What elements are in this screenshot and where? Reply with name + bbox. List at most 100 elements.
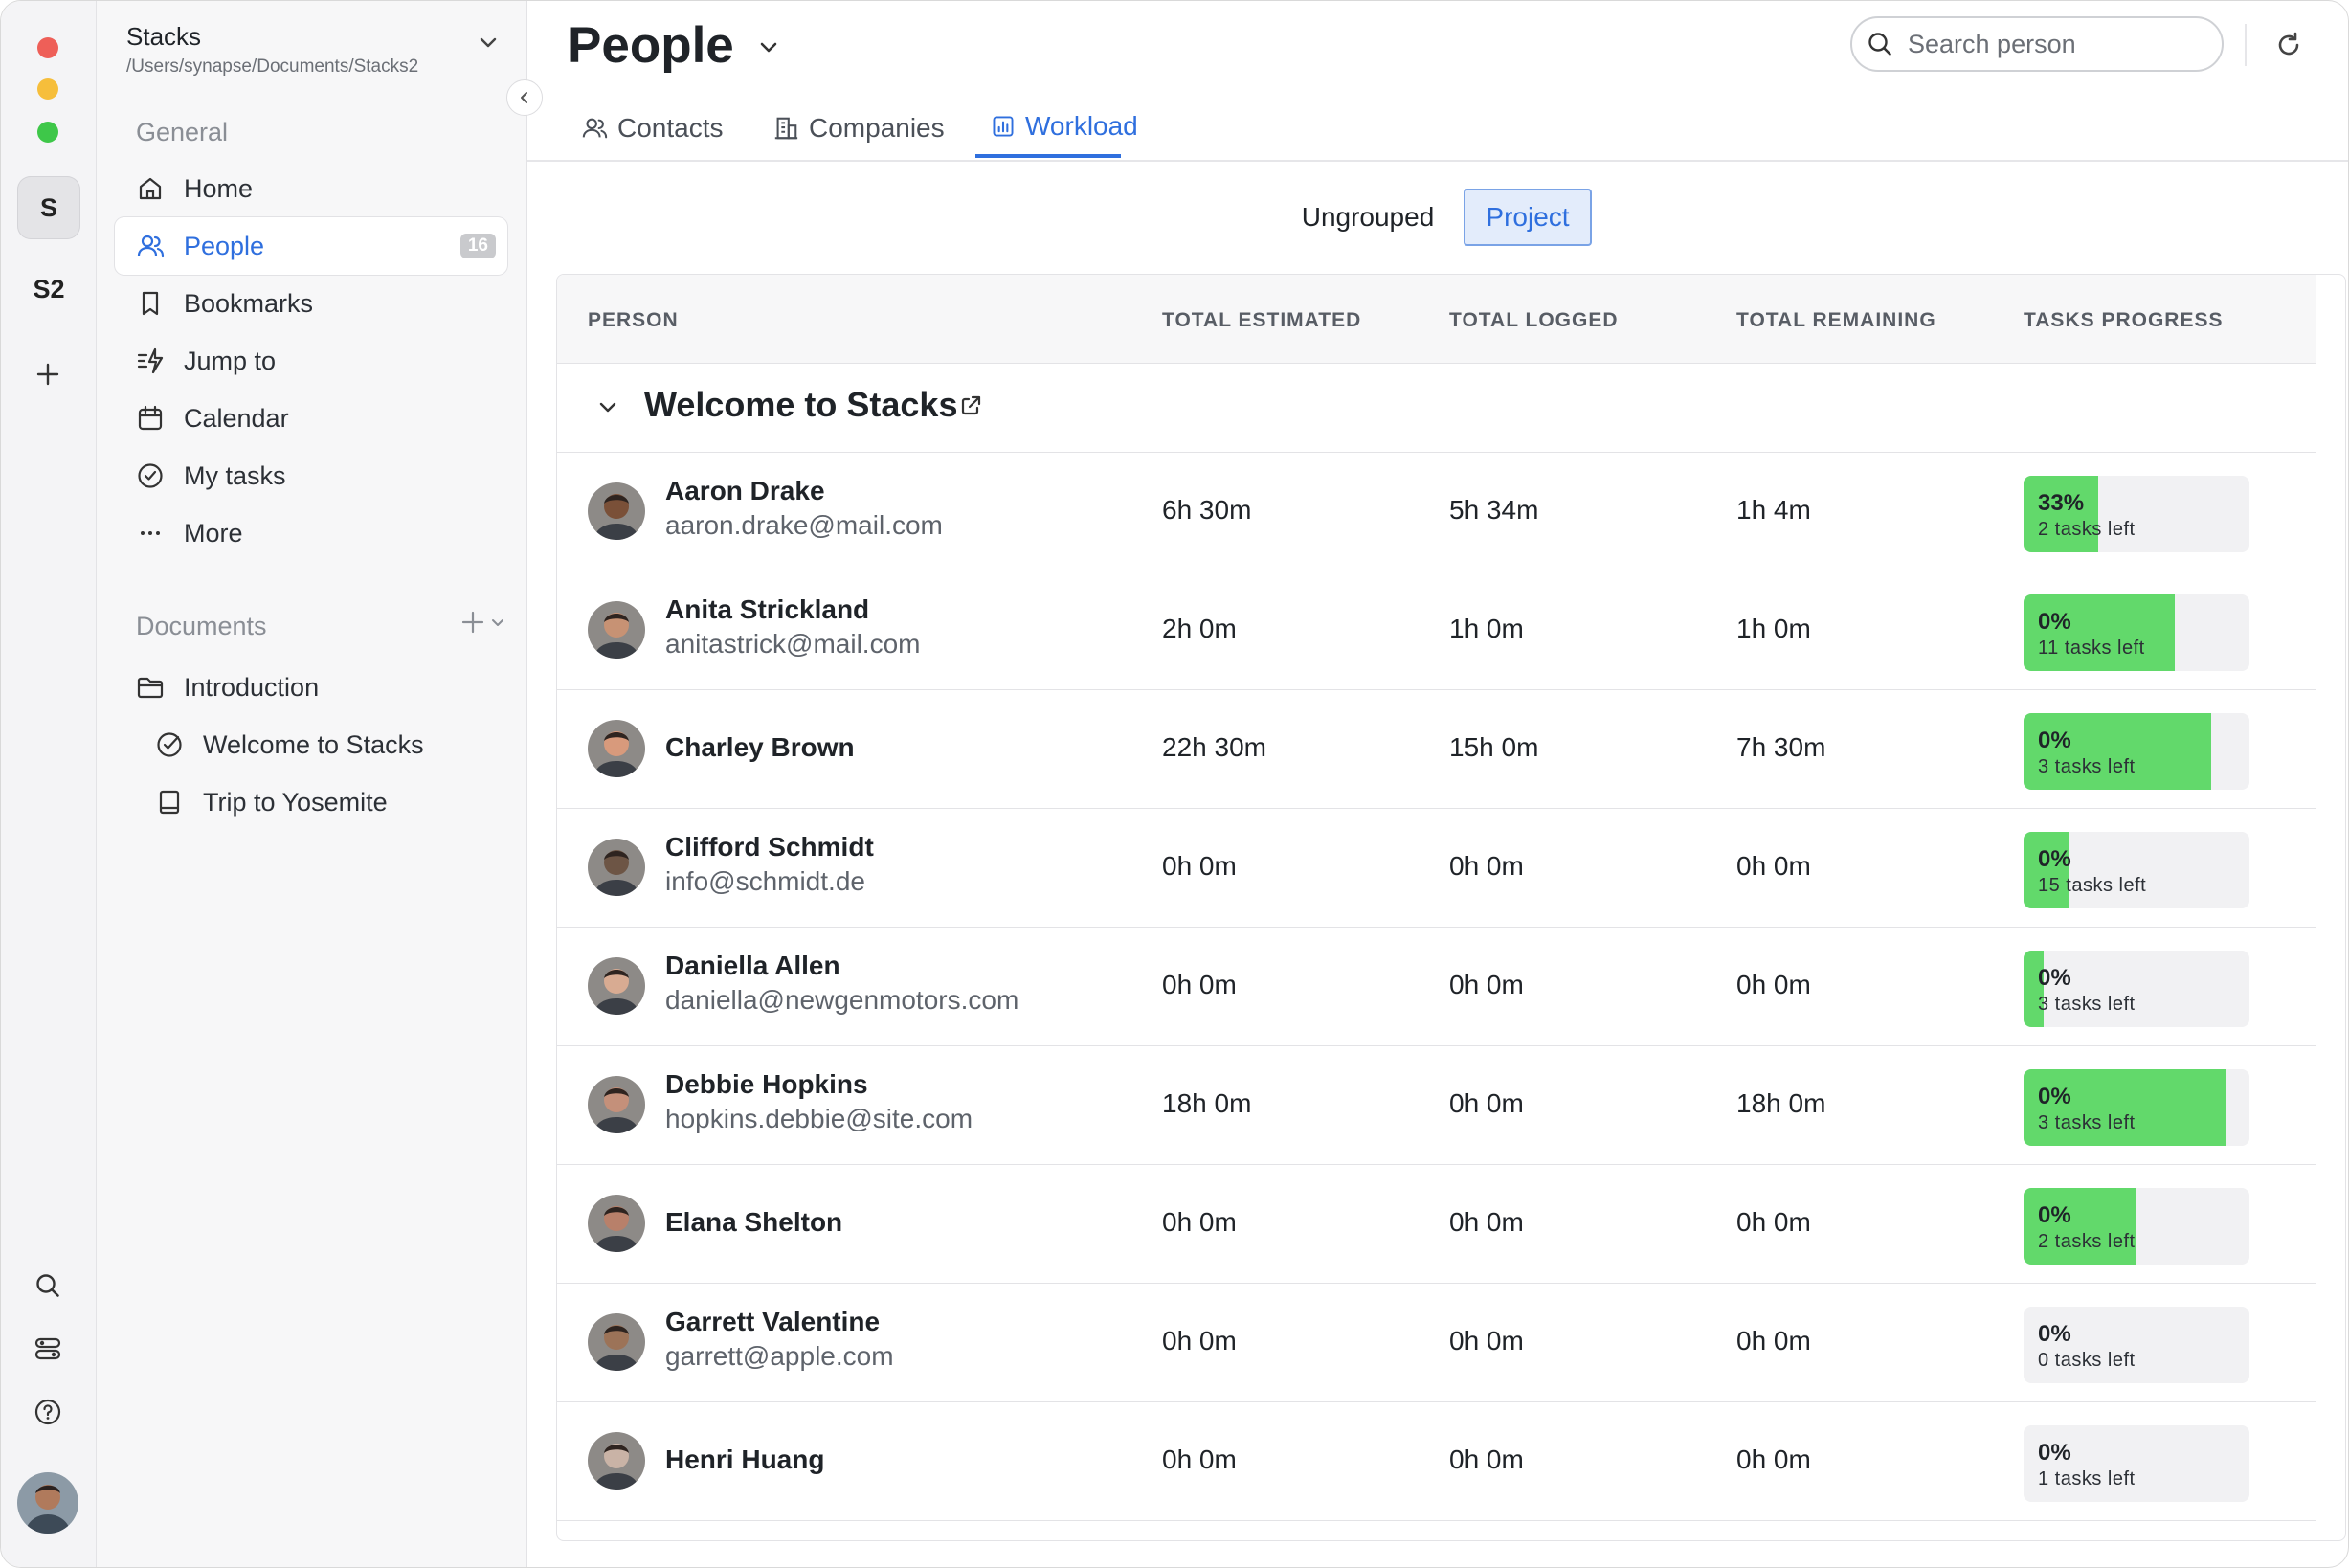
- tasks-progress-bar: 0% 1 tasks left: [2024, 1425, 2249, 1502]
- workspace-name[interactable]: Stacks: [126, 22, 201, 52]
- sidebar-item-calendar[interactable]: Calendar: [115, 390, 507, 447]
- bookmark-icon: [134, 287, 167, 320]
- total-logged-value: 15h 0m: [1449, 732, 1539, 762]
- person-name[interactable]: Charley Brown: [665, 732, 855, 763]
- table-row[interactable]: Elana Shelton 0h 0m 0h 0m 0h 0m 0% 2 tasks le…: [557, 1165, 2316, 1284]
- person-name[interactable]: Aaron Drake: [665, 476, 825, 506]
- person-name[interactable]: Garrett Valentine: [665, 1307, 880, 1337]
- total-remaining-value: 0h 0m: [1736, 851, 1811, 881]
- refresh-icon[interactable]: [2268, 24, 2310, 66]
- chevron-left-icon: [521, 92, 527, 103]
- search-box[interactable]: [1850, 16, 2224, 72]
- toggles-icon[interactable]: [29, 1330, 67, 1368]
- tasks-left-label: 2 tasks left: [2038, 519, 2136, 540]
- tasks-progress-bar: 0% 3 tasks left: [2024, 713, 2249, 790]
- progress-percent: 0%: [2038, 1440, 2071, 1466]
- total-estimated-value: 0h 0m: [1162, 1207, 1237, 1237]
- total-logged-value: 5h 34m: [1449, 495, 1539, 525]
- document-item-introduction[interactable]: Introduction: [115, 659, 507, 716]
- sidebar-item-bookmarks[interactable]: Bookmarks: [115, 275, 507, 332]
- document-item-trip-to-yosemite[interactable]: Trip to Yosemite: [134, 773, 507, 831]
- person-avatar: [588, 1076, 645, 1133]
- table-row[interactable]: Daniella Allen daniella@newgenmotors.com 0…: [557, 928, 2316, 1046]
- collapse-sidebar-button[interactable]: [506, 79, 543, 116]
- chart-icon: [991, 114, 1016, 139]
- person-avatar: [588, 482, 645, 540]
- tab-workload[interactable]: Workload: [975, 99, 1138, 158]
- grouping-ungrouped-button[interactable]: Ungrouped: [1291, 189, 1444, 246]
- total-remaining-value: 1h 0m: [1736, 614, 1811, 643]
- person-name[interactable]: Anita Strickland: [665, 594, 869, 625]
- tasks-progress-bar: 0% 11 tasks left: [2024, 594, 2249, 671]
- sidebar-item-jump-to[interactable]: Jump to: [115, 332, 507, 390]
- workspace-s-button[interactable]: S: [17, 176, 80, 239]
- chevron-down-icon[interactable]: [478, 32, 499, 57]
- sidebar-item-more[interactable]: More: [115, 504, 507, 562]
- total-estimated-value: 2h 0m: [1162, 614, 1237, 643]
- plus-icon: [461, 611, 484, 634]
- plus-icon[interactable]: [29, 355, 67, 393]
- person-name[interactable]: Henri Huang: [665, 1445, 824, 1475]
- total-remaining-value: 7h 30m: [1736, 732, 1826, 762]
- workspace-s2-button[interactable]: S2: [17, 258, 80, 321]
- person-name[interactable]: Clifford Schmidt: [665, 832, 874, 862]
- total-estimated-value: 22h 30m: [1162, 732, 1266, 762]
- sidebar-item-people[interactable]: People 16: [115, 217, 507, 275]
- external-link-icon[interactable]: [959, 394, 982, 422]
- search-icon: [1868, 33, 1891, 56]
- people-count-badge: 16: [459, 234, 496, 258]
- person-email: hopkins.debbie@site.com: [665, 1104, 973, 1133]
- column-header-total-logged[interactable]: TOTAL LOGGED: [1449, 309, 1619, 332]
- column-header-tasks-progress[interactable]: TASKS PROGRESS: [2024, 309, 2223, 332]
- add-document-button[interactable]: [460, 610, 506, 635]
- table-row[interactable]: Aaron Drake aaron.drake@mail.com 6h 30m 5h …: [557, 453, 2316, 571]
- grouping-project-button[interactable]: Project: [1464, 189, 1592, 246]
- building-icon: [772, 115, 799, 142]
- person-avatar: [588, 1432, 645, 1490]
- table-row[interactable]: Henri Huang 0h 0m 0h 0m 0h 0m 0% 1 tasks left: [557, 1402, 2316, 1521]
- column-header-total-remaining[interactable]: TOTAL REMAINING: [1736, 309, 1936, 332]
- chevron-down-icon[interactable]: [597, 396, 618, 422]
- document-item-welcome-to-stacks[interactable]: Welcome to Stacks: [134, 716, 507, 773]
- minimize-window-button[interactable]: [37, 78, 58, 100]
- table-row[interactable]: Charley Brown 22h 30m 15h 0m 7h 30m 0% 3 task…: [557, 690, 2316, 809]
- progress-percent: 0%: [2038, 728, 2071, 753]
- zoom-window-button[interactable]: [37, 122, 58, 143]
- total-estimated-value: 18h 0m: [1162, 1088, 1252, 1118]
- tab-contacts[interactable]: Contacts: [581, 99, 724, 158]
- person-email: daniella@newgenmotors.com: [665, 985, 1019, 1015]
- table-row[interactable]: Anita Strickland anitastrick@mail.com 2h 0…: [557, 571, 2316, 690]
- tasks-left-label: 1 tasks left: [2038, 1468, 2136, 1490]
- tasks-progress-bar: 0% 3 tasks left: [2024, 1069, 2249, 1146]
- total-logged-value: 0h 0m: [1449, 970, 1524, 999]
- sidebar-item-label: Jump to: [184, 346, 277, 375]
- close-window-button[interactable]: [37, 37, 58, 58]
- chevron-down-icon[interactable]: [757, 35, 780, 63]
- person-avatar: [588, 720, 645, 777]
- column-header-total-estimated[interactable]: TOTAL ESTIMATED: [1162, 309, 1361, 332]
- user-avatar[interactable]: [17, 1472, 78, 1534]
- help-icon[interactable]: [29, 1393, 67, 1431]
- progress-percent: 0%: [2038, 609, 2071, 635]
- table-row[interactable]: Debbie Hopkins hopkins.debbie@site.com 18h…: [557, 1046, 2316, 1165]
- person-avatar: [588, 839, 645, 896]
- table-row[interactable]: Clifford Schmidt info@schmidt.de 0h 0m 0h 0…: [557, 809, 2316, 928]
- search-input[interactable]: [1906, 28, 2197, 60]
- search-icon[interactable]: [29, 1266, 67, 1305]
- person-name[interactable]: Debbie Hopkins: [665, 1069, 868, 1100]
- person-name[interactable]: Daniella Allen: [665, 951, 840, 981]
- tab-companies[interactable]: Companies: [772, 99, 945, 158]
- person-name[interactable]: Elana Shelton: [665, 1207, 842, 1238]
- total-logged-value: 0h 0m: [1449, 851, 1524, 881]
- group-row[interactable]: Welcome to Stacks: [557, 364, 2316, 453]
- section-title-documents: Documents: [136, 612, 267, 640]
- sidebar-item-my-tasks[interactable]: My tasks: [115, 447, 507, 504]
- tasks-progress-bar: 0% 2 tasks left: [2024, 1188, 2249, 1265]
- sidebar-item-home[interactable]: Home: [115, 160, 507, 217]
- column-header-person[interactable]: PERSON: [588, 309, 679, 332]
- workload-table: PERSON TOTAL ESTIMATED TOTAL LOGGED TOTA…: [556, 274, 2346, 1541]
- folder-icon: [134, 671, 167, 704]
- workspace-rail: S S2: [1, 1, 97, 1567]
- table-row[interactable]: Garrett Valentine garrett@apple.com 0h 0m 0…: [557, 1284, 2316, 1402]
- person-avatar: [588, 1195, 645, 1252]
